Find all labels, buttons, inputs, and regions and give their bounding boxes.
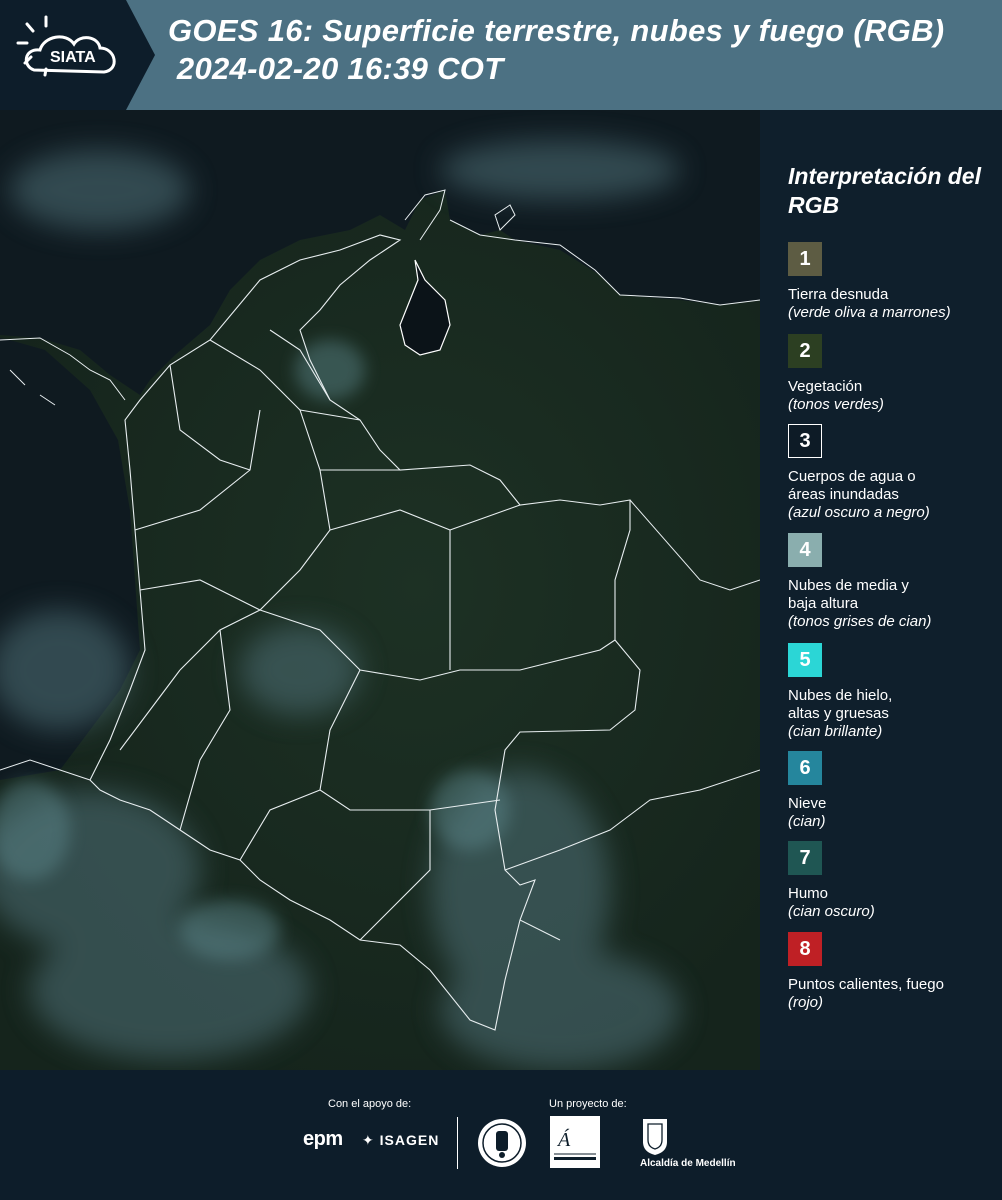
legend-swatch: 5 <box>788 643 822 677</box>
legend-hint: (verde oliva a marrones) <box>788 304 951 321</box>
legend-hint: (rojo) <box>788 994 824 1011</box>
siata-logo: SIATA <box>0 0 155 110</box>
page-title: GOES 16: Superficie terrestre, nubes y f… <box>168 12 998 88</box>
legend-label: Cuerpos de agua o áreas inundadas <box>788 468 916 503</box>
title-line-2: 2024-02-20 16:39 COT <box>168 51 504 86</box>
legend-item-fire: 8 Puntos calientes, fuego (rojo) <box>788 932 1000 1012</box>
legend-item-smoke: 7 Humo (cian oscuro) <box>788 841 1000 921</box>
legend-swatch: 4 <box>788 533 822 567</box>
svg-text:Á: Á <box>556 1128 571 1151</box>
satellite-map <box>0 110 760 1070</box>
support-label: Con el apoyo de: <box>328 1098 412 1110</box>
footer-divider <box>457 1117 458 1169</box>
legend-hint: (tonos grises de cian) <box>788 613 932 630</box>
legend-swatch: 3 <box>788 424 822 458</box>
legend-swatch: 2 <box>788 334 822 368</box>
legend-item-low-clouds: 4 Nubes de media y baja altura (tonos gr… <box>788 533 1000 631</box>
seal-logo <box>476 1117 528 1174</box>
project-label: Un proyecto de: <box>549 1098 627 1110</box>
legend-hint: (cian) <box>788 813 826 830</box>
legend-label: Nubes de hielo, altas y gruesas <box>788 687 893 722</box>
area-metropolitana-logo: Á <box>550 1116 600 1173</box>
legend-swatch: 6 <box>788 751 822 785</box>
legend-label: Nieve <box>788 795 827 812</box>
legend-item-ice-clouds: 5 Nubes de hielo, altas y gruesas (cian … <box>788 643 1000 741</box>
alcaldia-text: Alcaldía de Medellín <box>640 1158 736 1169</box>
isagen-icon: ✦ <box>362 1132 375 1148</box>
footer: Con el apoyo de: Un proyecto de: epm ✦ I… <box>0 1070 1002 1200</box>
legend-item-bare-soil: 1 Tierra desnuda (verde oliva a marrones… <box>788 242 1000 322</box>
legend-item-water: 3 Cuerpos de agua o áreas inundadas (azu… <box>788 424 1000 522</box>
legend-item-snow: 6 Nieve (cian) <box>788 751 1000 831</box>
siata-logo-text: SIATA <box>50 49 96 66</box>
legend-panel: Interpretación del RGB 1 Tierra desnuda … <box>760 110 1002 1070</box>
legend-hint: (cian brillante) <box>788 723 883 740</box>
title-line-1: GOES 16: Superficie terrestre, nubes y f… <box>168 13 945 48</box>
legend-swatch: 1 <box>788 242 822 276</box>
legend-title: Interpretación del RGB <box>788 163 981 218</box>
legend-label: Puntos calientes, fuego <box>788 976 944 993</box>
legend-item-vegetation: 2 Vegetación (tonos verdes) <box>788 334 1000 414</box>
legend-hint: (tonos verdes) <box>788 396 884 413</box>
legend-label: Vegetación <box>788 378 863 395</box>
isagen-logo: ✦ ISAGEN <box>362 1132 439 1149</box>
alcaldia-logo <box>640 1116 670 1161</box>
legend-label: Nubes de media y baja altura <box>788 577 909 612</box>
legend-label: Tierra desnuda <box>788 286 889 303</box>
legend-hint: (azul oscuro a negro) <box>788 504 930 521</box>
legend-hint: (cian oscuro) <box>788 903 875 920</box>
legend-label: Humo <box>788 885 829 902</box>
epm-logo: epm <box>303 1128 343 1150</box>
header: SIATA GOES 16: Superficie terrestre, nub… <box>0 0 1002 110</box>
legend-swatch: 8 <box>788 932 822 966</box>
legend-swatch: 7 <box>788 841 822 875</box>
isagen-text: ISAGEN <box>379 1132 440 1148</box>
